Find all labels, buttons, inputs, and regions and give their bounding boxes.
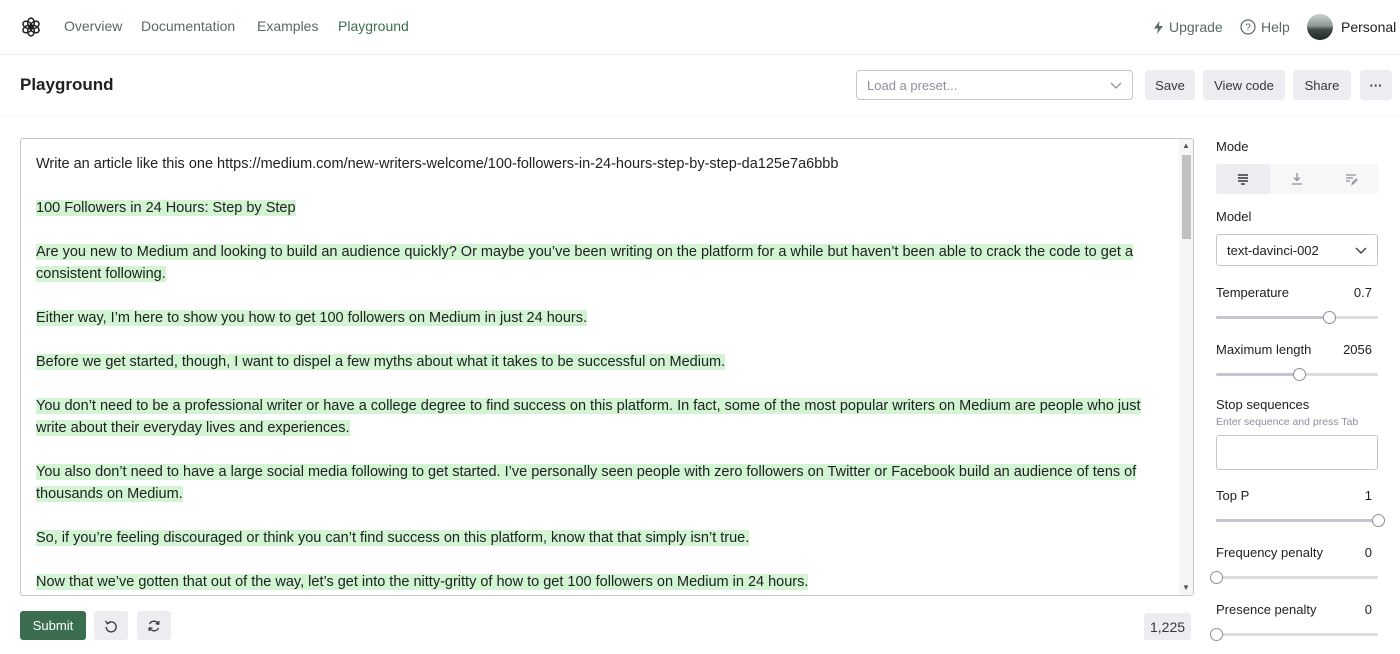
editor-scrollbar[interactable]: ▲ ▼ <box>1179 139 1193 595</box>
presence-penalty-slider-handle[interactable] <box>1210 628 1223 641</box>
regenerate-button[interactable] <box>137 611 171 640</box>
max-length-value[interactable]: 2056 <box>1322 342 1372 357</box>
complete-icon <box>1238 174 1248 185</box>
account-name[interactable]: Personal <box>1341 19 1396 35</box>
scroll-up-icon[interactable]: ▲ <box>1182 141 1190 150</box>
completion-paragraph: Either way, I’m here to show you how to … <box>36 310 588 326</box>
help-label: Help <box>1261 19 1290 35</box>
mode-insert-button[interactable] <box>1270 164 1324 194</box>
stop-sequences-label: Stop sequences <box>1216 397 1310 412</box>
temperature-slider-fill <box>1216 316 1330 319</box>
stop-sequences-input[interactable] <box>1216 435 1378 470</box>
upgrade-label: Upgrade <box>1169 19 1223 35</box>
completion-paragraph: Before we get started, though, I want to… <box>36 354 726 370</box>
header-divider <box>0 116 1400 117</box>
scroll-down-icon[interactable]: ▼ <box>1182 583 1190 592</box>
lightning-icon <box>1154 20 1163 34</box>
preset-select[interactable]: Load a preset... <box>856 70 1133 100</box>
share-button[interactable]: Share <box>1293 70 1351 100</box>
save-button[interactable]: Save <box>1145 70 1195 100</box>
undo-icon <box>104 619 117 632</box>
top-p-label: Top P <box>1216 488 1250 503</box>
top-p-slider[interactable] <box>1216 514 1385 527</box>
chevron-down-icon <box>1355 247 1367 254</box>
mode-complete-button[interactable] <box>1216 164 1270 194</box>
mode-label: Mode <box>1216 139 1249 154</box>
frequency-penalty-label: Frequency penalty <box>1216 545 1323 560</box>
presence-penalty-slider[interactable] <box>1210 628 1378 641</box>
prompt-editor[interactable]: Write an article like this one https://m… <box>20 138 1194 596</box>
frequency-penalty-value[interactable]: 0 <box>1322 545 1372 560</box>
token-count-badge: 1,225 <box>1144 613 1192 640</box>
max-length-label: Maximum length <box>1216 342 1312 357</box>
temperature-slider-handle[interactable] <box>1323 311 1337 324</box>
nav-documentation-link[interactable]: Documentation <box>141 18 235 34</box>
nav-overview-link[interactable]: Overview <box>64 18 122 34</box>
chevron-down-icon <box>1110 82 1122 89</box>
max-length-slider[interactable] <box>1216 368 1378 381</box>
completion-paragraph: Now that we’ve gotten that out of the wa… <box>36 574 809 590</box>
nav-playground-link[interactable]: Playground <box>338 18 409 34</box>
frequency-penalty-slider[interactable] <box>1210 571 1378 584</box>
model-label: Model <box>1216 209 1252 224</box>
top-p-slider-handle[interactable] <box>1372 514 1385 527</box>
nav-examples-link[interactable]: Examples <box>257 18 318 34</box>
temperature-label: Temperature <box>1216 285 1289 300</box>
completion-paragraph: Are you new to Medium and looking to bui… <box>36 244 1134 282</box>
insert-icon <box>1292 173 1302 185</box>
prompt-text: Write an article like this one https://m… <box>36 156 839 172</box>
view-code-button[interactable]: View code <box>1203 70 1285 100</box>
presence-penalty-label: Presence penalty <box>1216 602 1317 617</box>
model-select[interactable]: text-davinci-002 <box>1216 234 1378 266</box>
top-navigation: Overview Documentation Examples Playgrou… <box>0 0 1400 55</box>
completion-paragraph: So, if you’re feeling discouraged or thi… <box>36 530 750 546</box>
help-icon: ? <box>1240 19 1256 35</box>
completion-paragraph: You also don’t need to have a large soci… <box>36 464 1137 502</box>
page-title: Playground <box>20 75 114 94</box>
top-p-value[interactable]: 1 <box>1322 488 1372 503</box>
scrollbar-thumb[interactable] <box>1182 155 1191 239</box>
openai-logo-icon[interactable] <box>20 16 42 38</box>
svg-text:?: ? <box>1245 23 1251 34</box>
completion-paragraph: 100 Followers in 24 Hours: Step by Step <box>36 200 296 216</box>
edit-icon <box>1346 174 1358 186</box>
regenerate-icon <box>148 620 160 631</box>
temperature-slider[interactable] <box>1216 311 1378 324</box>
max-length-slider-fill <box>1216 373 1299 376</box>
help-link[interactable]: ? Help <box>1240 19 1290 35</box>
editor-content[interactable]: Write an article like this one https://m… <box>36 153 1161 595</box>
avatar[interactable] <box>1307 14 1333 40</box>
submit-button[interactable]: Submit <box>20 611 86 640</box>
undo-button[interactable] <box>94 611 128 640</box>
preset-placeholder: Load a preset... <box>867 78 958 93</box>
upgrade-link[interactable]: Upgrade <box>1153 19 1223 35</box>
mode-edit-button[interactable] <box>1324 164 1378 194</box>
max-length-slider-handle[interactable] <box>1292 368 1306 381</box>
mode-selector <box>1216 164 1378 194</box>
stop-sequences-hint: Enter sequence and press Tab <box>1216 416 1359 428</box>
frequency-penalty-slider-handle[interactable] <box>1210 571 1223 584</box>
model-value: text-davinci-002 <box>1227 243 1319 258</box>
completion-paragraph: You don’t need to be a professional writ… <box>36 398 1141 436</box>
top-p-slider-fill <box>1216 519 1378 522</box>
more-options-button[interactable]: ··· <box>1360 70 1392 100</box>
presence-penalty-value[interactable]: 0 <box>1322 602 1372 617</box>
temperature-value[interactable]: 0.7 <box>1322 285 1372 300</box>
